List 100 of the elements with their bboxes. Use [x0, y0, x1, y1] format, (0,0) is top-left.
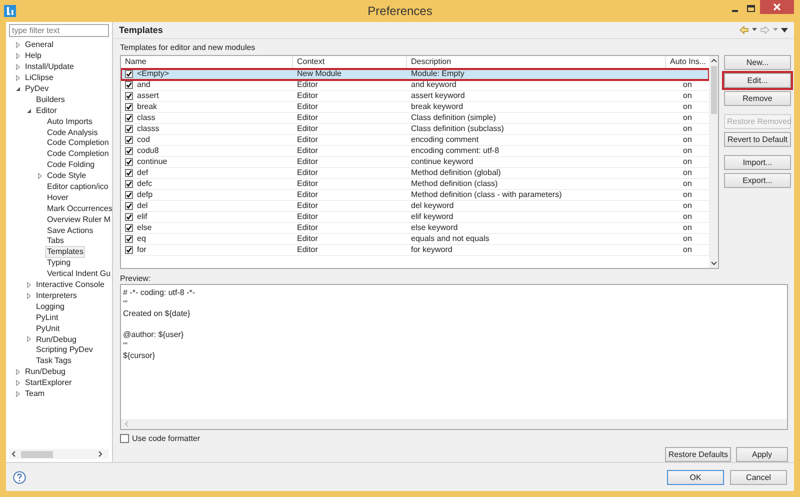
expander-icon[interactable]	[26, 108, 32, 114]
tree-item[interactable]: Interpreters	[34, 290, 79, 302]
scroll-thumb[interactable]	[710, 66, 716, 114]
close-icon[interactable]	[760, 0, 794, 14]
table-row[interactable]: break Editor break keyword on	[121, 102, 709, 113]
column-header[interactable]: Auto Ins...	[666, 56, 709, 68]
tree-item[interactable]: Help	[23, 50, 44, 62]
side-button[interactable]: Import...	[724, 155, 791, 170]
checkbox-label[interactable]: Use code formatter	[132, 434, 200, 443]
table-row[interactable]: assert Editor assert keyword on	[121, 91, 709, 102]
scroll-right-icon[interactable]	[97, 451, 103, 457]
table-row[interactable]: elif Editor elif keyword on	[121, 212, 709, 223]
horizontal-scrollbar[interactable]	[121, 419, 787, 429]
checkbox[interactable]	[125, 213, 133, 221]
tree-item[interactable]: Tabs	[45, 235, 66, 248]
table-row[interactable]: and Editor and keyword on	[121, 80, 709, 91]
tree-item[interactable]: Interactive Console	[34, 279, 106, 292]
checkbox[interactable]	[125, 92, 133, 100]
tree-item[interactable]: Overview Ruler M	[45, 214, 112, 226]
tree-item[interactable]: Code Completion	[45, 148, 111, 160]
scroll-up-icon[interactable]	[710, 58, 716, 63]
tree-item[interactable]: LiClipse	[23, 72, 56, 84]
tree-item[interactable]: General	[23, 39, 56, 52]
tree-item[interactable]: Typing	[45, 257, 73, 270]
table-row[interactable]: codu8 Editor encoding comment: utf-8 on	[121, 146, 709, 157]
side-button[interactable]: Revert to Default	[724, 132, 791, 147]
checkbox[interactable]	[125, 191, 133, 199]
checkbox[interactable]	[125, 180, 133, 188]
tree-item[interactable]: Logging	[34, 300, 66, 313]
tree-item[interactable]: Code Analysis	[45, 126, 100, 139]
table-row[interactable]: def Editor Method definition (global) on	[121, 168, 709, 179]
checkbox[interactable]	[125, 103, 133, 111]
dropdown-icon[interactable]	[752, 28, 757, 32]
checkbox[interactable]	[125, 202, 133, 210]
tree-item[interactable]: Run/Debug	[34, 334, 78, 346]
tree-item[interactable]: Editor caption/ico	[45, 181, 110, 194]
side-button[interactable]: Remove	[724, 91, 791, 106]
tree-item[interactable]: Save Actions	[45, 224, 96, 237]
checkbox[interactable]	[125, 147, 133, 155]
table-row[interactable]: defp Editor Method definition (class - with parameters) on	[121, 190, 709, 201]
back-arrow-icon[interactable]	[739, 26, 749, 34]
table-row[interactable]: eq Editor equals and not equals on	[121, 234, 709, 245]
tree-item[interactable]: Install/Update	[23, 61, 76, 74]
table-row[interactable]: classs Editor Class definition (subclass) on	[121, 124, 709, 135]
checkbox[interactable]	[120, 434, 129, 443]
table-row[interactable]: cod Editor encoding comment on	[121, 135, 709, 146]
checkbox[interactable]	[125, 169, 133, 177]
tree-item[interactable]: Vertical Indent Gu	[45, 268, 112, 280]
table-row[interactable]: for Editor for keyword on	[121, 245, 709, 256]
tree-item[interactable]: Code Completion	[45, 137, 111, 150]
table-row[interactable]: <Empty> New Module Module: Empty	[121, 69, 709, 80]
tree-item[interactable]: PyUnit	[34, 322, 62, 335]
table-cell: Editor	[297, 80, 318, 90]
checkbox[interactable]	[125, 70, 133, 78]
checkbox[interactable]	[125, 114, 133, 122]
tree-item[interactable]: PyDev	[23, 83, 51, 96]
tree-item[interactable]: Code Style	[45, 170, 88, 182]
side-button[interactable]: Edit...	[724, 73, 791, 88]
checkbox[interactable]	[125, 158, 133, 166]
checkbox[interactable]	[125, 81, 133, 89]
help-icon[interactable]	[13, 470, 26, 484]
page-button[interactable]: Restore Defaults	[665, 447, 731, 462]
view-menu-icon[interactable]	[781, 28, 788, 32]
scroll-left-icon[interactable]	[11, 451, 17, 457]
scroll-down-icon[interactable]	[710, 261, 716, 266]
dialog-button[interactable]: OK	[667, 470, 724, 484]
tree-item[interactable]: Builders	[34, 94, 67, 106]
expander-icon[interactable]	[15, 86, 21, 92]
checkbox[interactable]	[125, 235, 133, 243]
checkbox[interactable]	[125, 125, 133, 133]
tree-item[interactable]: Templates	[45, 246, 86, 258]
tree-item[interactable]: Code Folding	[45, 159, 97, 172]
tree-item[interactable]: Run/Debug	[23, 366, 68, 378]
filter-field[interactable]: type filter text	[9, 24, 109, 37]
page-button[interactable]: Apply	[736, 447, 788, 462]
side-button[interactable]: New...	[724, 55, 791, 70]
table-row[interactable]: defc Editor Method definition (class) on	[121, 179, 709, 190]
tree-item[interactable]: Team	[23, 388, 47, 400]
side-button[interactable]: Export...	[724, 173, 791, 188]
checkbox[interactable]	[125, 246, 133, 254]
checkbox[interactable]	[125, 136, 133, 144]
tree-item[interactable]: Mark Occurrences	[45, 202, 112, 215]
table-row[interactable]: class Editor Class definition (simple) on	[121, 113, 709, 124]
table-row[interactable]: else Editor else keyword on	[121, 223, 709, 234]
maximize-icon[interactable]	[744, 3, 758, 15]
tree-item[interactable]: Editor	[34, 104, 59, 117]
tree-item[interactable]: Auto Imports	[45, 116, 94, 128]
vertical-scrollbar[interactable]	[709, 56, 718, 268]
dialog-button[interactable]: Cancel	[730, 470, 787, 484]
tree-item[interactable]: Scripting PyDev	[34, 344, 95, 356]
table-row[interactable]: continue Editor continue keyword on	[121, 157, 709, 168]
table-row[interactable]: del Editor del keyword on	[121, 201, 709, 212]
tree-item[interactable]: StartExplorer	[23, 377, 74, 390]
horizontal-scrollbar[interactable]	[9, 449, 109, 459]
table-cell: assert keyword	[411, 91, 465, 101]
tree-item[interactable]: PyLint	[34, 312, 60, 324]
checkbox[interactable]	[125, 224, 133, 232]
tree-item[interactable]: Task Tags	[34, 355, 74, 368]
scroll-thumb[interactable]	[21, 450, 53, 458]
tree-item[interactable]: Hover	[45, 192, 70, 204]
